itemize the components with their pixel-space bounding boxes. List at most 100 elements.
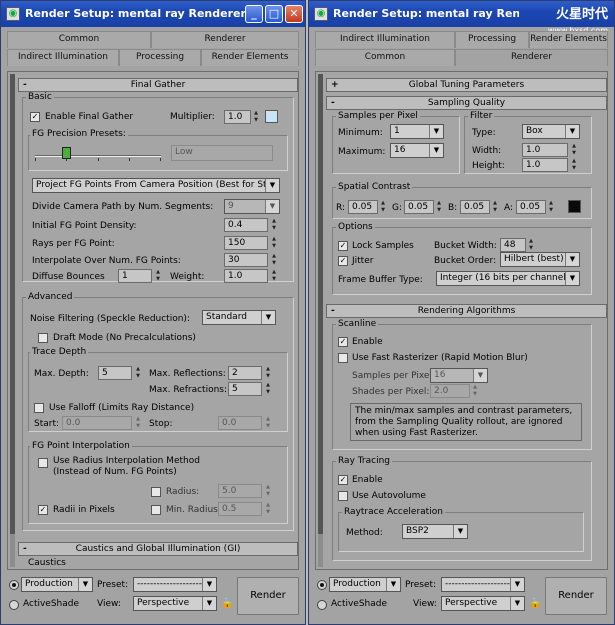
spinner-arrows-icon[interactable]: ▲ ▼ <box>264 366 272 380</box>
title-bar[interactable]: ◉ Render Setup: mental ray Renderer _ □ … <box>1 1 305 27</box>
fast-rasterizer-checkbox[interactable] <box>338 353 348 363</box>
view-dropdown[interactable]: Perspective ▼ <box>441 596 525 611</box>
max-refractions-spinner[interactable]: 5 <box>228 382 262 396</box>
max-depth-spinner[interactable]: 5 <box>98 366 132 380</box>
maximum-dropdown[interactable]: 16 ▼ <box>390 143 444 158</box>
spinner-arrows-icon[interactable]: ▲ ▼ <box>270 236 278 250</box>
bucket-order-dropdown[interactable]: Hilbert (best) ▼ <box>500 252 580 267</box>
noise-filter-dropdown[interactable]: Standard ▼ <box>202 310 276 325</box>
multiplier-color-swatch[interactable] <box>265 110 278 123</box>
density-spinner[interactable]: 0.4 <box>224 218 268 232</box>
contrast-b-spinner[interactable]: 0.05 <box>460 200 490 214</box>
close-icon[interactable]: ✕ <box>285 5 303 23</box>
interp-spinner[interactable]: 30 <box>224 253 268 267</box>
jitter-checkbox[interactable]: ✓ <box>338 256 348 266</box>
frame-buffer-dropdown[interactable]: Integer (16 bits per channel) ▼ <box>436 271 580 286</box>
spinner-arrows-icon[interactable]: ▲ ▼ <box>154 269 162 283</box>
activeshade-radio[interactable] <box>9 600 19 610</box>
scanline-enable-checkbox[interactable]: ✓ <box>338 337 348 347</box>
projection-mode-dropdown[interactable]: Project FG Points From Camera Position (… <box>32 178 280 193</box>
raytrace-enable-checkbox[interactable]: ✓ <box>338 475 348 485</box>
production-radio[interactable] <box>317 580 327 590</box>
tab-renderer[interactable]: Renderer <box>455 49 608 66</box>
rollout-global-tuning[interactable]: + Global Tuning Parameters <box>326 78 607 92</box>
stop-label: Stop: <box>149 419 173 429</box>
spinner-arrows-icon[interactable]: ▲ ▼ <box>270 269 278 283</box>
maximize-icon[interactable]: □ <box>265 5 283 23</box>
precision-slider-track[interactable] <box>35 155 161 157</box>
bounces-spinner[interactable]: 1 <box>118 269 152 283</box>
multiplier-spinner[interactable]: 1.0 <box>224 110 251 124</box>
tab-render-elements[interactable]: Render Elements <box>529 31 608 48</box>
autovolume-checkbox[interactable] <box>338 491 348 501</box>
min-radius-label: Min. Radius: <box>166 505 221 515</box>
scrollbar[interactable] <box>318 74 323 567</box>
rays-spinner[interactable]: 150 <box>224 236 268 250</box>
contrast-g-spinner[interactable]: 0.05 <box>404 200 434 214</box>
minimum-dropdown[interactable]: 1 ▼ <box>390 124 444 139</box>
production-dropdown[interactable]: Production ▼ <box>21 577 93 592</box>
spinner-arrows-icon[interactable]: ▲ ▼ <box>435 200 443 214</box>
tab-processing[interactable]: Processing <box>455 31 529 48</box>
preset-dropdown[interactable]: -------------------- ▼ <box>441 577 525 592</box>
tab-common[interactable]: Common <box>7 31 151 48</box>
render-button[interactable]: Render <box>237 577 299 615</box>
tab-common[interactable]: Common <box>315 49 455 66</box>
production-dropdown[interactable]: Production ▼ <box>329 577 401 592</box>
bucket-width-spinner[interactable]: 48 <box>500 238 526 252</box>
filter-width-spinner[interactable]: 1.0 <box>522 143 568 157</box>
radius-checkbox[interactable] <box>151 487 161 497</box>
radii-pixels-checkbox[interactable]: ✓ <box>38 505 48 515</box>
max-reflections-spinner[interactable]: 2 <box>228 366 262 380</box>
activeshade-radio[interactable] <box>317 600 327 610</box>
tab-renderer[interactable]: Renderer <box>151 31 299 48</box>
spinner-arrows-icon[interactable]: ▲ ▼ <box>252 110 260 124</box>
radius-interp-checkbox[interactable] <box>38 458 48 468</box>
scroll-thumb[interactable] <box>10 74 15 534</box>
preset-dropdown[interactable]: -------------------- ▼ <box>133 577 217 592</box>
spinner-arrows-icon[interactable]: ▲ ▼ <box>527 238 535 252</box>
contrast-r-spinner[interactable]: 0.05 <box>348 200 378 214</box>
render-button[interactable]: Render <box>545 577 607 615</box>
lock-icon[interactable]: 🔒 <box>221 598 233 610</box>
spinner-arrows-icon[interactable]: ▲ ▼ <box>270 253 278 267</box>
rollout-rendering-algorithms[interactable]: - Rendering Algorithms <box>326 304 607 318</box>
lock-icon[interactable]: 🔒 <box>529 598 541 610</box>
chevron-down-icon: ▼ <box>473 369 487 382</box>
slider-tick <box>35 158 36 161</box>
min-radius-checkbox[interactable] <box>151 505 161 515</box>
bucket-width-label: Bucket Width: <box>434 241 497 251</box>
rollout-final-gather[interactable]: - Final Gather <box>18 78 298 92</box>
spinner-arrows-icon[interactable]: ▲ ▼ <box>570 158 578 172</box>
draft-mode-checkbox[interactable] <box>38 333 48 343</box>
precision-slider-thumb[interactable] <box>62 147 71 159</box>
scroll-thumb[interactable] <box>318 74 323 534</box>
spinner-arrows-icon[interactable]: ▲ ▼ <box>547 200 555 214</box>
spinner-arrows-icon[interactable]: ▲ ▼ <box>379 200 387 214</box>
filter-type-dropdown[interactable]: Box ▼ <box>522 124 580 139</box>
method-dropdown[interactable]: BSP2 ▼ <box>402 524 468 539</box>
contrast-a-spinner[interactable]: 0.05 <box>516 200 546 214</box>
view-dropdown[interactable]: Perspective ▼ <box>133 596 217 611</box>
use-falloff-checkbox[interactable] <box>34 403 44 413</box>
rollout-caustics-gi[interactable]: - Caustics and Global Illumination (GI) <box>18 542 298 556</box>
production-radio[interactable] <box>9 580 19 590</box>
lock-samples-checkbox[interactable]: ✓ <box>338 241 348 251</box>
tab-render-elements[interactable]: Render Elements <box>201 49 299 66</box>
spinner-arrows-icon[interactable]: ▲ ▼ <box>134 366 142 380</box>
enable-final-gather-checkbox[interactable]: ✓ <box>30 112 40 122</box>
rollout-sampling-quality[interactable]: - Sampling Quality <box>326 96 607 110</box>
weight-spinner[interactable]: 1.0 <box>224 269 268 283</box>
filter-height-spinner[interactable]: 1.0 <box>522 158 568 172</box>
tab-processing[interactable]: Processing <box>119 49 201 66</box>
contrast-color-swatch[interactable] <box>568 200 581 213</box>
spinner-arrows-icon[interactable]: ▲ ▼ <box>491 200 499 214</box>
tab-indirect-illumination[interactable]: Indirect Illumination <box>7 49 119 66</box>
spinner-arrows-icon[interactable]: ▲ ▼ <box>270 218 278 232</box>
scrollbar[interactable] <box>10 74 15 567</box>
tab-indirect-illumination[interactable]: Indirect Illumination <box>315 31 455 48</box>
spinner-arrows-icon[interactable]: ▲ ▼ <box>570 143 578 157</box>
minimize-icon[interactable]: _ <box>245 5 263 23</box>
spinner-arrows-icon[interactable]: ▲ ▼ <box>264 382 272 396</box>
chevron-down-icon: ▼ <box>265 200 279 213</box>
